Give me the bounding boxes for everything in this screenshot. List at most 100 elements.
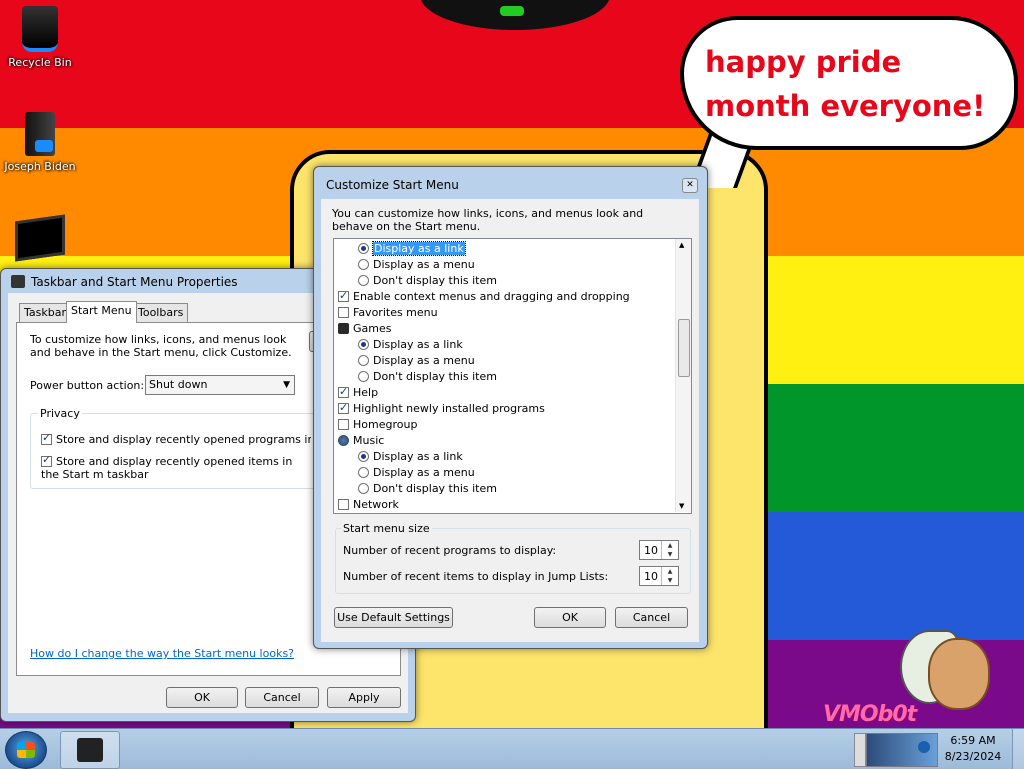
scrollbar-thumb[interactable] xyxy=(678,319,690,377)
list-item-label: Help xyxy=(353,386,379,399)
ok-button[interactable]: OK xyxy=(166,687,238,708)
scroll-up-icon[interactable]: ▲ xyxy=(679,241,684,249)
ok-button[interactable]: OK xyxy=(534,607,606,628)
checkbox[interactable] xyxy=(338,288,349,304)
desktop-icon-recycle-bin[interactable]: Recycle Bin xyxy=(0,6,80,69)
desktop-icon-monitor[interactable] xyxy=(0,214,80,262)
list-item-label: Homegroup xyxy=(353,418,418,431)
radio-button[interactable] xyxy=(358,371,369,382)
radio-button[interactable] xyxy=(358,275,369,286)
spinner-arrows-icon[interactable]: ▲ ▼ xyxy=(661,567,678,585)
start-menu-size-group xyxy=(335,528,691,594)
checkbox[interactable] xyxy=(41,455,52,467)
window-app-icon xyxy=(11,275,25,288)
list-item[interactable]: Network xyxy=(338,497,399,513)
list-item-label: Display as a link xyxy=(373,450,463,463)
spinner-arrows-icon[interactable]: ▲ ▼ xyxy=(661,541,678,559)
checkbox[interactable] xyxy=(338,307,349,318)
window-title: Taskbar and Start Menu Properties xyxy=(31,275,238,289)
checkbox[interactable] xyxy=(338,419,349,430)
radio-button[interactable] xyxy=(358,467,369,478)
tab-start-menu[interactable]: Start Menu xyxy=(66,301,137,323)
scroll-down-icon[interactable]: ▼ xyxy=(679,502,684,510)
power-button-dropdown[interactable]: Shut down ▼ xyxy=(145,375,295,395)
recycle-bin-icon xyxy=(22,6,58,52)
network-icon[interactable] xyxy=(918,741,930,753)
apply-button[interactable]: Apply xyxy=(327,687,401,708)
list-item[interactable]: Don't display this item xyxy=(358,369,497,385)
recent-programs-spinner[interactable]: 10 ▲ ▼ xyxy=(639,540,679,560)
checkbox-label: Store and display recently opened progra… xyxy=(56,433,311,446)
computer-icon xyxy=(25,112,55,156)
tab-taskbar[interactable]: Taskbar xyxy=(19,303,71,323)
list-item[interactable]: Favorites menu xyxy=(338,305,438,321)
radio-button[interactable] xyxy=(358,243,369,254)
list-item-label: Display as a link xyxy=(373,338,463,351)
list-item-label: Display as a link xyxy=(372,241,466,256)
list-item[interactable]: Music xyxy=(338,433,384,449)
tab-toolbars[interactable]: Toolbars xyxy=(133,303,189,323)
list-item-label: Display as a menu xyxy=(373,466,475,479)
radio-button[interactable] xyxy=(358,355,369,366)
recent-items-spinner[interactable]: 10 ▲ ▼ xyxy=(639,566,679,586)
checkbox[interactable] xyxy=(338,400,349,416)
show-desktop-button[interactable] xyxy=(1012,729,1024,769)
power-button-value: Shut down xyxy=(149,378,208,391)
tray-overflow-icon[interactable] xyxy=(854,733,866,767)
list-item-label: Games xyxy=(353,322,392,335)
list-item-label: Don't display this item xyxy=(373,482,497,495)
recent-items-value: 10 xyxy=(644,570,658,583)
list-item[interactable]: Display as a menu xyxy=(358,257,475,273)
list-item[interactable]: Display as a link xyxy=(358,241,466,257)
list-scrollbar[interactable]: ▲ ▼ xyxy=(675,239,691,512)
privacy-option-programs[interactable]: Store and display recently opened progra… xyxy=(41,433,311,446)
radio-button[interactable] xyxy=(358,259,369,270)
list-item[interactable]: Don't display this item xyxy=(358,273,497,289)
radio-button[interactable] xyxy=(358,451,369,462)
checkbox[interactable] xyxy=(338,499,349,510)
checkbox[interactable] xyxy=(338,384,349,400)
wallpaper-led xyxy=(500,6,524,16)
start-menu-size-label: Start menu size xyxy=(341,522,432,535)
music-icon xyxy=(338,435,349,446)
dialog-description: You can customize how links, icons, and … xyxy=(332,207,644,233)
desktop-icon-computer[interactable]: Joseph Biden xyxy=(0,112,80,173)
list-item[interactable]: Display as a menu xyxy=(358,353,475,369)
clock[interactable]: 6:59 AM 8/23/2024 xyxy=(938,733,1008,765)
list-item[interactable]: Enable context menus and dragging and dr… xyxy=(338,288,630,305)
list-item[interactable]: Don't display this item xyxy=(358,481,497,497)
list-item-label: Enable context menus and dragging and dr… xyxy=(353,290,630,303)
list-item-label: Display as a menu xyxy=(373,258,475,271)
start-menu-options-list[interactable]: Display as a link Display as a menu Don't … xyxy=(333,238,692,514)
list-item[interactable]: Display as a menu xyxy=(358,465,475,481)
radio-button[interactable] xyxy=(358,483,369,494)
close-icon[interactable]: ✕ xyxy=(682,178,698,193)
hamster-image xyxy=(900,620,990,710)
taskbar-properties-icon xyxy=(77,738,103,762)
cancel-button[interactable]: Cancel xyxy=(615,607,688,628)
list-item[interactable]: Games xyxy=(338,321,391,337)
start-button[interactable] xyxy=(5,731,47,769)
list-item[interactable]: Display as a link xyxy=(358,337,463,353)
list-item-label: Music xyxy=(353,434,385,447)
list-item[interactable]: Display as a link xyxy=(358,449,463,465)
list-item[interactable]: Help xyxy=(338,384,379,401)
checkbox[interactable] xyxy=(41,433,52,445)
cancel-button[interactable]: Cancel xyxy=(245,687,319,708)
intro-text: To customize how links, icons, and menus… xyxy=(30,333,292,359)
watermark-logo: VMOb0t xyxy=(823,702,917,727)
radio-button[interactable] xyxy=(358,339,369,350)
help-link[interactable]: How do I change the way the Start menu l… xyxy=(30,647,294,660)
desktop-icon-label: Recycle Bin xyxy=(8,56,72,69)
use-default-settings-button[interactable]: Use Default Settings xyxy=(334,607,453,628)
list-item-label: Display as a menu xyxy=(373,354,475,367)
list-item[interactable]: Homegroup xyxy=(338,417,417,433)
list-item-label: Network xyxy=(353,498,399,511)
list-item-label: Don't display this item xyxy=(373,274,497,287)
list-item-label: Favorites menu xyxy=(353,306,438,319)
list-item[interactable]: Highlight newly installed programs xyxy=(338,400,545,417)
taskbar-app-taskbar-properties[interactable] xyxy=(60,731,120,769)
dialog-title: Customize Start Menu xyxy=(326,178,459,192)
taskbar: 6:59 AM 8/23/2024 xyxy=(0,728,1024,769)
privacy-option-items[interactable]: Store and display recently opened items … xyxy=(41,455,311,483)
